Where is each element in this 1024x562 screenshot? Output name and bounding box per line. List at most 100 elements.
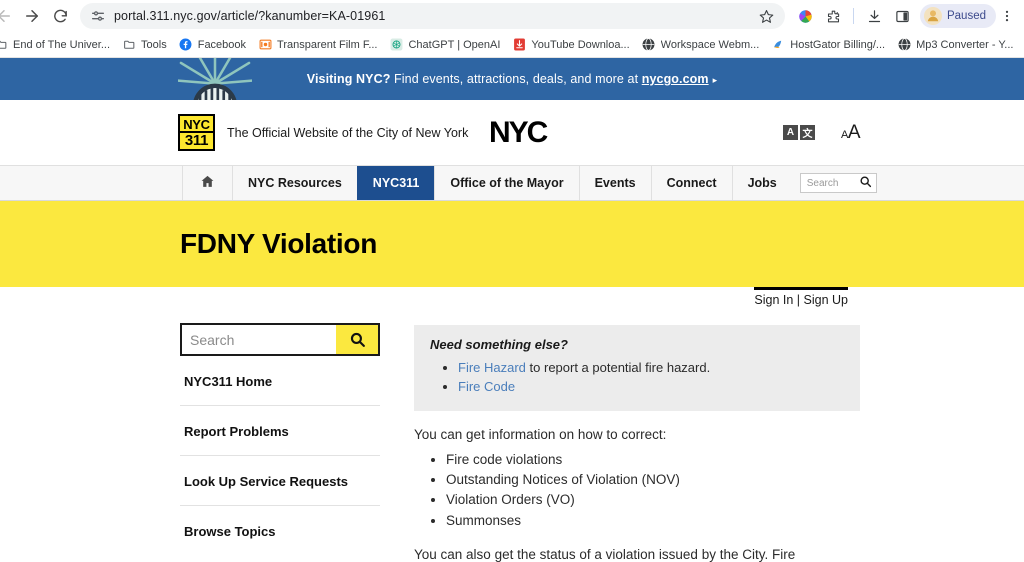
nav-item-nyc311[interactable]: NYC311: [357, 166, 435, 200]
bookmark-label: Facebook: [198, 39, 246, 51]
text-size-small-label: A: [841, 129, 848, 141]
list-item: Summonses: [446, 511, 860, 531]
bookmark-label: Transparent Film F...: [277, 39, 377, 51]
reload-icon[interactable]: [46, 2, 74, 30]
browser-chrome: portal.311.nyc.gov/article/?kanumber=KA-…: [0, 0, 1024, 58]
search-icon[interactable]: [859, 175, 872, 191]
nav-item-events[interactable]: Events: [579, 166, 651, 200]
search-input[interactable]: [182, 325, 336, 354]
chrome-menu-icon[interactable]: [996, 9, 1018, 23]
bookmark-label: ChatGPT | OpenAI: [408, 39, 500, 51]
download-icon[interactable]: [862, 3, 888, 29]
extensions-puzzle-icon[interactable]: [821, 3, 847, 29]
tune-icon[interactable]: [90, 8, 106, 24]
nav-item-connect[interactable]: Connect: [651, 166, 732, 200]
globe-icon: [897, 38, 911, 52]
translate-icon-cjk: 文: [800, 125, 815, 140]
page-content: NYC311 Home Report Problems Look Up Serv…: [0, 313, 1024, 562]
translate-icon[interactable]: A 文: [783, 125, 815, 140]
url-text: portal.311.nyc.gov/article/?kanumber=KA-…: [114, 9, 757, 23]
bookmark-item[interactable]: HostGator Billing/...: [765, 36, 891, 54]
site-header: NYC 311 The Official Website of the City…: [0, 100, 1024, 165]
nav-search-input[interactable]: Search: [800, 173, 877, 193]
fire-hazard-rest: to report a potential fire hazard.: [526, 360, 710, 375]
color-wheel-icon[interactable]: [793, 3, 819, 29]
forward-arrow-icon[interactable]: [18, 2, 46, 30]
visiting-nyc-banner: Visiting NYC? Find events, attractions, …: [0, 58, 1024, 100]
bookmark-item[interactable]: Tools: [116, 36, 173, 54]
fire-hazard-link[interactable]: Fire Hazard: [458, 360, 526, 375]
list-item: Fire Code: [458, 378, 844, 397]
nyc-wordmark[interactable]: NYC: [489, 116, 546, 150]
list-item: Violation Orders (VO): [446, 490, 860, 510]
sidebar-search[interactable]: [180, 323, 380, 356]
fire-code-link[interactable]: Fire Code: [458, 379, 515, 394]
sidebar-item-report-problems[interactable]: Report Problems: [180, 406, 380, 456]
red-download-icon: [512, 38, 526, 52]
bookmark-label: End of The Univer...: [13, 39, 110, 51]
visiting-nyc-bold: Visiting NYC?: [307, 72, 391, 86]
main-navigation: NYC Resources NYC311 Office of the Mayor…: [0, 165, 1024, 201]
nav-item-office-of-the-mayor[interactable]: Office of the Mayor: [434, 166, 578, 200]
nyc311-logo-line2: 311: [180, 131, 213, 148]
nycgo-link[interactable]: nycgo.com: [642, 72, 709, 86]
header-tools: A 文 AA: [783, 122, 860, 144]
openai-icon: [389, 38, 403, 52]
bookmark-item[interactable]: End of The Univer...: [0, 36, 116, 54]
visiting-nyc-text: Visiting NYC? Find events, attractions, …: [307, 72, 718, 86]
list-item: Outstanding Notices of Violation (NOV): [446, 470, 860, 490]
nyc311-logo-line1: NYC: [183, 118, 210, 131]
nav-item-nyc-resources[interactable]: NYC Resources: [232, 166, 357, 200]
avatar: [924, 7, 942, 25]
statue-of-liberty-crown-icon: [178, 58, 252, 100]
folder-icon: [0, 38, 8, 52]
back-arrow-icon[interactable]: [0, 2, 18, 30]
site-tagline: The Official Website of the City of New …: [227, 126, 468, 140]
status-paragraph: You can also get the status of a violati…: [414, 545, 860, 562]
sidebar-item-look-up-service-requests[interactable]: Look Up Service Requests: [180, 456, 380, 506]
sidebar-item-browse-topics[interactable]: Browse Topics: [180, 506, 380, 555]
visiting-nyc-body: Find events, attractions, deals, and mor…: [390, 72, 641, 86]
nav-search-placeholder: Search: [807, 178, 839, 189]
account-bar: Sign In | Sign Up: [0, 287, 1024, 313]
arrow-right-icon: ▸: [713, 75, 718, 85]
need-something-else-list: Fire Hazard to report a potential fire h…: [458, 359, 844, 397]
nav-home-button[interactable]: [182, 166, 232, 200]
bookmark-item[interactable]: Workspace Webm...: [636, 36, 766, 54]
facebook-icon: [179, 38, 193, 52]
translate-icon-latin: A: [783, 125, 798, 140]
home-icon: [200, 174, 215, 192]
signin-signup-link[interactable]: Sign In | Sign Up: [754, 287, 848, 307]
text-size-button[interactable]: AA: [841, 122, 860, 144]
bookmark-label: HostGator Billing/...: [790, 39, 885, 51]
nav-item-jobs[interactable]: Jobs: [732, 166, 792, 200]
bookmark-item[interactable]: Transparent Film F...: [252, 36, 383, 54]
intro-paragraph: You can get information on how to correc…: [414, 425, 860, 444]
list-item: Fire code violations: [446, 450, 860, 470]
bookmark-item[interactable]: YouTube Downloa...: [506, 36, 635, 54]
nyc311-logo[interactable]: NYC 311: [178, 114, 215, 151]
main-article: Need something else? Fire Hazard to repo…: [414, 323, 860, 562]
bookmark-label: Mp3 Converter - Y...: [916, 39, 1013, 51]
sidebar: NYC311 Home Report Problems Look Up Serv…: [180, 323, 380, 562]
bookmark-star-icon[interactable]: [757, 6, 777, 26]
bookmark-item[interactable]: Mp3 Converter - Y...: [891, 36, 1019, 54]
correctable-violations-list: Fire code violations Outstanding Notices…: [446, 450, 860, 531]
bookmarks-overflow-button[interactable]: »: [1019, 37, 1024, 52]
search-submit-button[interactable]: [336, 325, 378, 354]
page-viewport: Visiting NYC? Find events, attractions, …: [0, 58, 1024, 562]
address-bar[interactable]: portal.311.nyc.gov/article/?kanumber=KA-…: [80, 3, 785, 29]
page-title: FDNY Violation: [180, 228, 377, 260]
profile-status-label: Paused: [947, 10, 986, 22]
profile-chip[interactable]: Paused: [920, 4, 996, 28]
globe-icon: [642, 38, 656, 52]
bookmark-item[interactable]: ChatGPT | OpenAI: [383, 36, 506, 54]
sidebar-item-nyc311-home[interactable]: NYC311 Home: [180, 356, 380, 406]
page-hero: FDNY Violation: [0, 201, 1024, 287]
folder-icon: [122, 38, 136, 52]
side-panel-icon[interactable]: [890, 3, 916, 29]
text-size-large-label: A: [848, 122, 860, 144]
orange-film-icon: [258, 38, 272, 52]
need-something-else-box: Need something else? Fire Hazard to repo…: [414, 325, 860, 411]
bookmark-item[interactable]: Facebook: [173, 36, 252, 54]
